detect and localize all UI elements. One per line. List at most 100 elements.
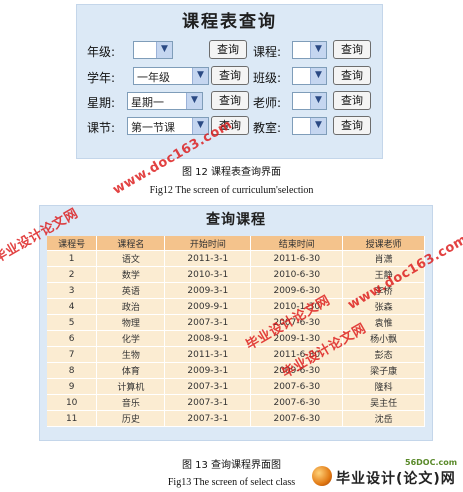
classroom-label: 教室: [253,121,282,135]
weekday-label: 星期: [87,96,116,110]
table-row: 9 计算机 2007-3-1 2007-6-30 隆科 [47,379,425,395]
course-select[interactable]: ▼ [292,41,327,59]
grade-select[interactable]: ▼ [133,41,173,59]
form-row-grade: 年级: ▼ 查询 课程: ▼ 查询 [87,40,377,62]
table-cell: 物理 [97,315,166,331]
column-header: 结束时间 [251,236,344,251]
period-label: 课节: [87,121,116,135]
table-cell: 沈岳 [343,411,425,427]
weekday-select[interactable]: 星期一 ▼ [127,92,203,110]
table-cell: 政治 [97,299,166,315]
chevron-down-icon: ▼ [310,93,326,109]
globe-icon [312,466,332,486]
table-cell: 2007-3-1 [165,379,252,395]
table-row: 1 语文 2011-3-1 2011-6-30 肖潇 [47,251,425,267]
table-cell: 2007-6-30 [251,379,344,395]
table-cell: 7 [47,347,98,363]
table-cell: 隆科 [343,379,425,395]
table-cell: 彭态 [343,347,425,363]
table-row: 10 音乐 2007-3-1 2007-6-30 吴主任 [47,395,425,411]
school-year-label: 学年: [87,71,116,85]
table-cell: 生物 [97,347,166,363]
column-header: 授课老师 [343,236,425,251]
teacher-label: 老师: [253,96,282,110]
table-cell: 英语 [97,283,166,299]
table-row: 5 物理 2007-3-1 2007-6-30 袁惟 [47,315,425,331]
table-cell: 2010-3-1 [165,267,252,283]
table-cell: 2009-6-30 [251,283,344,299]
table-row: 7 生物 2011-3-1 2011-6-30 彭态 [47,347,425,363]
table-cell: 历史 [97,411,166,427]
table-cell: 9 [47,379,98,395]
table-cell: 3 [47,283,98,299]
table-cell: 计算机 [97,379,166,395]
table-cell: 2011-3-1 [165,251,252,267]
table-cell: 6 [47,331,98,347]
table-cell: 2007-6-30 [251,411,344,427]
course-results-panel: 查询课程 课程号 课程名 开始时间 结束时间 授课老师 1 语文 2011-3-1 2… [39,205,433,441]
form-row-school-year: 学年: 一年级 ▼ 查询 班级: ▼ 查询 [87,66,377,88]
grade-query-button[interactable]: 查询 [209,40,247,59]
table-cell: 8 [47,363,98,379]
table-cell: 2009-3-1 [165,283,252,299]
table-cell: 2007-6-30 [251,395,344,411]
site-logo: 56DOC.com 毕业设计(论文)网 [300,458,460,492]
table-cell: 2007-3-1 [165,315,252,331]
chevron-down-icon: ▼ [192,68,208,84]
logo-brand-text: 毕业设计(论文)网 [336,471,456,487]
table-header-row: 课程号 课程名 开始时间 结束时间 授课老师 [47,236,425,251]
column-header: 开始时间 [165,236,252,251]
table-cell: 吴主任 [343,395,425,411]
table-cell: 4 [47,299,98,315]
classroom-query-button[interactable]: 查询 [333,116,371,135]
class-select[interactable]: ▼ [292,67,327,85]
table-cell: 语文 [97,251,166,267]
table-cell: 10 [47,395,98,411]
table-row: 8 体育 2009-3-1 2009-6-30 梁子康 [47,363,425,379]
column-header: 课程号 [47,236,98,251]
chevron-down-icon: ▼ [156,42,172,58]
class-query-button[interactable]: 查询 [333,66,371,85]
chevron-down-icon: ▼ [310,118,326,134]
column-header: 课程名 [97,236,166,251]
table-cell: 化学 [97,331,166,347]
results-title: 查询课程 [206,212,266,228]
course-label: 课程: [253,45,282,59]
school-year-query-button[interactable]: 查询 [211,66,249,85]
figure-12-caption-cn: 图 12 课程表查询界面 [181,167,282,178]
table-cell: 5 [47,315,98,331]
classroom-select[interactable]: ▼ [292,117,327,135]
teacher-select[interactable]: ▼ [292,92,327,110]
weekday-query-button[interactable]: 查询 [211,91,249,110]
table-cell: 2011-3-1 [165,347,252,363]
chevron-down-icon: ▼ [186,93,202,109]
table-cell: 11 [47,411,98,427]
school-year-select[interactable]: 一年级 ▼ [133,67,209,85]
chevron-down-icon: ▼ [310,42,326,58]
table-cell: 数学 [97,267,166,283]
course-query-button[interactable]: 查询 [333,40,371,59]
table-cell: 2011-6-30 [251,251,344,267]
table-row: 2 数学 2010-3-1 2010-6-30 王静 [47,267,425,283]
table-cell: 2 [47,267,98,283]
logo-site-text: 56DOC.com [405,458,458,467]
teacher-query-button[interactable]: 查询 [333,91,371,110]
table-cell: 2007-3-1 [165,395,252,411]
figure-12-caption-en: Fig12 The screen of curriculum'selection [149,185,314,196]
form-row-weekday: 星期: 星期一 ▼ 查询 老师: ▼ 查询 [87,91,377,113]
table-cell: 2007-3-1 [165,411,252,427]
course-schedule-query-form: 课程表查询 年级: ▼ 查询 课程: ▼ 查询 学年: 一年级 ▼ 查询 班级: … [76,4,383,159]
table-cell: 2008-9-1 [165,331,252,347]
table-cell: 2009-3-1 [165,363,252,379]
grade-label: 年级: [87,45,116,59]
form-title: 课程表查询 [182,12,277,32]
table-row: 11 历史 2007-3-1 2007-6-30 沈岳 [47,411,425,427]
table-cell: 1 [47,251,98,267]
table-cell: 体育 [97,363,166,379]
table-cell: 2010-6-30 [251,267,344,283]
table-cell: 梁子康 [343,363,425,379]
chevron-down-icon: ▼ [310,68,326,84]
period-select[interactable]: 第一节课 ▼ [127,117,209,135]
class-label: 班级: [253,71,282,85]
table-cell: 音乐 [97,395,166,411]
